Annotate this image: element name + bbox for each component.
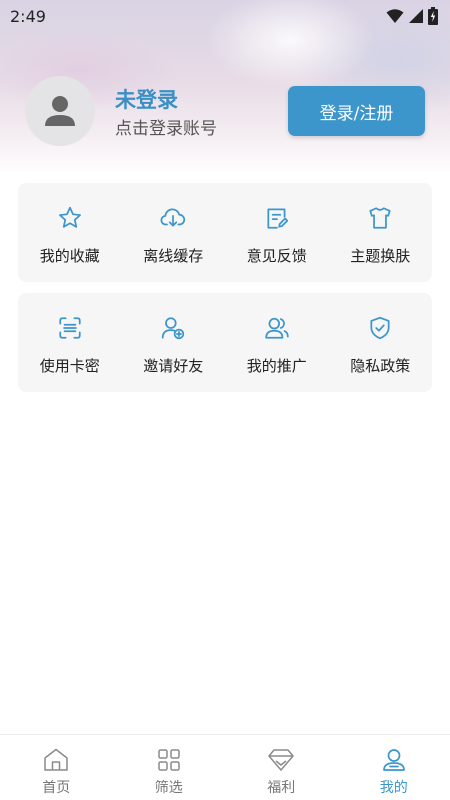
offline-cache-item[interactable]: 离线缓存 (122, 183, 226, 282)
favorites-label: 我的收藏 (39, 247, 100, 265)
privacy-policy-label: 隐私政策 (350, 357, 411, 375)
cloud-download-icon (160, 205, 186, 231)
favorites-item[interactable]: 我的收藏 (18, 183, 122, 282)
status-icons (386, 7, 438, 25)
theme-item[interactable]: 主题换肤 (329, 183, 433, 282)
shield-check-icon (367, 315, 393, 341)
nav-mine[interactable]: 我的 (338, 735, 450, 800)
bottom-navigation: 首页 筛选 福利 我的 (0, 734, 450, 800)
status-time: 2:49 (10, 6, 46, 26)
my-promotion-item[interactable]: 我的推广 (225, 293, 329, 392)
diamond-icon (267, 747, 295, 773)
nav-welfare-label: 福利 (267, 780, 296, 796)
feedback-label: 意见反馈 (246, 247, 307, 265)
feature-card-2: 使用卡密 邀请好友 我的推广 隐私政策 (18, 293, 432, 392)
tshirt-icon (367, 205, 393, 231)
nav-filter[interactable]: 筛选 (113, 735, 226, 800)
feedback-edit-icon (264, 205, 290, 231)
feature-card-1: 我的收藏 离线缓存 意见反馈 主题换肤 (18, 183, 432, 282)
grid-icon (155, 747, 183, 773)
theme-label: 主题换肤 (350, 247, 411, 265)
scan-code-icon (57, 315, 83, 341)
redeem-code-item[interactable]: 使用卡密 (18, 293, 122, 392)
signal-icon (409, 9, 423, 23)
my-promotion-label: 我的推广 (246, 357, 307, 375)
user-icon (380, 747, 408, 773)
invite-friends-item[interactable]: 邀请好友 (122, 293, 226, 392)
status-bar: 2:49 (0, 0, 450, 32)
add-user-icon (160, 315, 186, 341)
nav-home-label: 首页 (42, 780, 71, 796)
login-register-button[interactable]: 登录/注册 (288, 86, 425, 136)
offline-cache-label: 离线缓存 (143, 247, 204, 265)
privacy-policy-item[interactable]: 隐私政策 (329, 293, 433, 392)
nav-home[interactable]: 首页 (0, 735, 113, 800)
nav-mine-label: 我的 (379, 780, 408, 796)
users-icon (264, 315, 290, 341)
nav-welfare[interactable]: 福利 (225, 735, 338, 800)
home-icon (42, 747, 70, 773)
nav-filter-label: 筛选 (154, 780, 183, 796)
redeem-code-label: 使用卡密 (39, 357, 100, 375)
wifi-icon (386, 9, 404, 23)
battery-icon (428, 7, 438, 25)
profile-section[interactable]: 未登录 点击登录账号 登录/注册 (25, 76, 425, 146)
feedback-item[interactable]: 意见反馈 (225, 183, 329, 282)
default-avatar-icon (45, 96, 75, 126)
avatar[interactable] (25, 76, 95, 146)
user-name: 未登录 (115, 88, 178, 112)
login-hint[interactable]: 点击登录账号 (115, 114, 217, 139)
star-icon (57, 205, 83, 231)
invite-friends-label: 邀请好友 (143, 357, 204, 375)
